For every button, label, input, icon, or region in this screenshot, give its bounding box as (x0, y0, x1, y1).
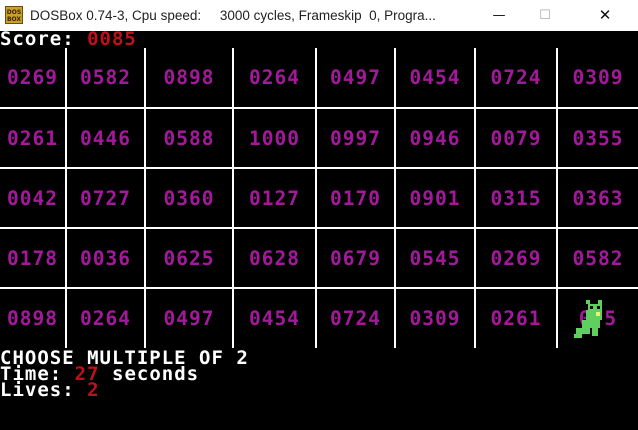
grid-cell-number: 0446 (80, 126, 131, 150)
grid-cell-number: 0170 (330, 186, 381, 210)
grid-cell-number: 0269 (490, 246, 542, 270)
lives-value: 2 (87, 379, 100, 401)
grid-cell[interactable]: 0360 (146, 169, 232, 227)
grid-cell-number: 0127 (249, 186, 300, 210)
grid-cell-number: 0625 (163, 246, 215, 270)
grid-cell[interactable]: 0127 (234, 169, 315, 227)
grid-cell[interactable]: 0264 (67, 289, 144, 348)
grid-cell-number: 0269 (7, 66, 58, 89)
grid-cell[interactable]: 0309 (396, 289, 474, 348)
grid-cell[interactable]: 0898 (146, 48, 232, 107)
grid-cell[interactable]: 0079 (476, 109, 556, 167)
grid-cell[interactable]: 0264 (234, 48, 315, 107)
grid-cell[interactable]: 0497 (146, 289, 232, 348)
grid-cell-number: 0261 (7, 126, 58, 150)
grid-cell[interactable]: 0269 (476, 229, 556, 287)
grid-cell[interactable]: 0355 (558, 109, 638, 167)
grid-cell[interactable]: 0582 (558, 229, 638, 287)
grid-cell[interactable]: 0042 (0, 169, 65, 227)
grid-cell[interactable]: 0679 (317, 229, 394, 287)
grid-cell[interactable]: 0363 (558, 169, 638, 227)
score-label: Score: (0, 28, 75, 50)
grid-cell[interactable]: 0582 (67, 48, 144, 107)
grid-cell-number: 0079 (490, 126, 542, 150)
grid-cell-number: 0628 (249, 246, 300, 270)
maximize-button[interactable]: ☐ (522, 0, 568, 31)
grid-cell-number: 0497 (163, 307, 215, 330)
grid-cell[interactable]: 0261 (476, 289, 556, 348)
grid-cell[interactable]: 0625 (146, 229, 232, 287)
grid-cell[interactable]: 0628 (234, 229, 315, 287)
grid-cell-number: 0360 (163, 186, 215, 210)
grid-cell-number: 0264 (249, 66, 300, 89)
grid-cell[interactable]: 0178 (0, 229, 65, 287)
grid-cell[interactable]: 0454 (234, 289, 315, 348)
grid-cell-number: 0679 (330, 246, 381, 270)
grid-cell-number: 0545 (409, 246, 461, 270)
grid-cell[interactable]: 0724 (476, 48, 556, 107)
minimize-button[interactable]: — (476, 0, 522, 31)
grid-cell-number: 0454 (249, 307, 300, 330)
close-button[interactable]: ✕ (582, 0, 628, 31)
lives-line: Lives: 2 (0, 379, 100, 401)
grid-cell[interactable]: 0724 (317, 289, 394, 348)
grid-cell[interactable]: 1000 (234, 109, 315, 167)
grid-cell[interactable]: 0315 (476, 169, 556, 227)
grid-cell[interactable]: 0309 (558, 48, 638, 107)
grid-cell[interactable]: 0898 (0, 289, 65, 348)
grid-cell-number: 0997 (330, 126, 381, 150)
grid-cell[interactable]: 0997 (317, 109, 394, 167)
grid-cell-number: 0724 (490, 66, 542, 89)
grid-cell[interactable]: 0946 (396, 109, 474, 167)
grid-cell-number: 0588 (163, 126, 215, 150)
dosbox-app-icon[interactable]: DOS BOX (5, 6, 23, 24)
time-unit: seconds (112, 363, 200, 385)
muncher-player-sprite (574, 300, 602, 338)
grid-cell-number: 0261 (490, 307, 542, 330)
grid-cell[interactable]: 0727 (67, 169, 144, 227)
grid-cell-number: 0309 (572, 66, 624, 89)
window-titlebar[interactable]: DOS BOX DOSBox 0.74-3, Cpu speed: 3000 c… (0, 0, 638, 31)
grid-cell-number: 0898 (163, 66, 215, 89)
grid-cell-number: 0497 (330, 66, 381, 89)
grid-cell-number: 0036 (80, 246, 131, 270)
grid-cell[interactable]: 0454 (396, 48, 474, 107)
grid-cell-number: 0582 (80, 66, 131, 89)
grid-cell-number: 0355 (572, 126, 624, 150)
score-value: 0085 (87, 28, 137, 50)
grid-cell[interactable]: 0446 (67, 109, 144, 167)
grid-cell-number: 0901 (409, 186, 461, 210)
grid-cell[interactable]: 0588 (146, 109, 232, 167)
grid-cell-number: 0724 (330, 307, 381, 330)
grid-cell-number: 0042 (7, 186, 58, 210)
grid-cell[interactable]: 0170 (317, 169, 394, 227)
lives-label: Lives: (0, 379, 75, 401)
grid-cell-number: 0582 (572, 246, 624, 270)
grid-cell[interactable]: 0036 (67, 229, 144, 287)
grid-cell[interactable]: 0261 (0, 109, 65, 167)
grid-cell[interactable]: 0545 (396, 229, 474, 287)
grid-cell[interactable]: 0269 (0, 48, 65, 107)
grid-cell-number: 1000 (249, 126, 300, 150)
grid-cell-number: 0727 (80, 186, 131, 210)
grid-cell-number: 0898 (7, 307, 58, 330)
grid-cell-number: 0309 (409, 307, 461, 330)
grid-cell[interactable]: 0901 (396, 169, 474, 227)
number-grid[interactable]: 0269 0582 0898 0264 0497 0454 0724 0309 0261 0446… (0, 48, 638, 348)
grid-cell-number: 0363 (572, 186, 624, 210)
grid-cell-number: 0315 (490, 186, 542, 210)
grid-cell[interactable]: 0497 (317, 48, 394, 107)
score-display: Score: 0085 (0, 28, 137, 50)
grid-cell-number: 0264 (80, 307, 131, 330)
grid-cell-number: 0178 (7, 246, 58, 270)
window-title: DOSBox 0.74-3, Cpu speed: 3000 cycles, F… (30, 8, 436, 23)
grid-cell-number: 0454 (409, 66, 461, 89)
grid-cell-number: 0946 (409, 126, 461, 150)
